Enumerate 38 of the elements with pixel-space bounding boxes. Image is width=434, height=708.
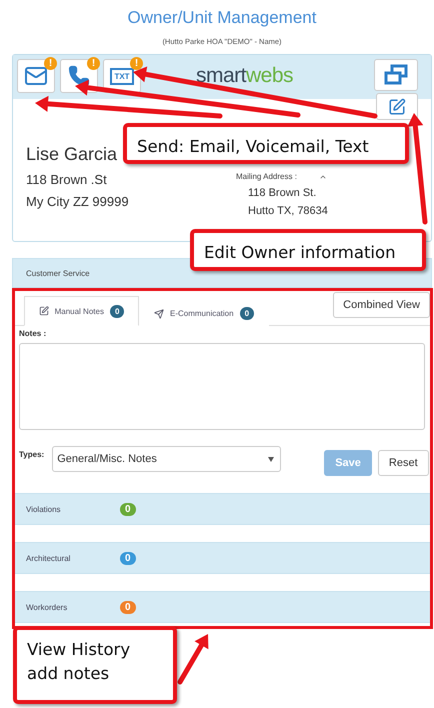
windows-icon <box>383 64 409 86</box>
page-title: Owner/Unit Management <box>126 8 318 28</box>
section-title: Customer Service <box>26 268 90 278</box>
types-select[interactable]: General/Misc. Notes <box>52 446 282 472</box>
send-icon <box>154 308 164 318</box>
callout: Edit Owner information <box>190 229 426 271</box>
mailing-line: 118 Brown St. <box>248 187 318 199</box>
arrow <box>178 634 208 684</box>
combined-view-button[interactable]: Combined View <box>333 292 430 318</box>
count-badge: 0 <box>120 600 136 614</box>
alert-badge: ! <box>44 57 57 70</box>
callout: Send: Email, Voicemail, Text <box>123 123 409 164</box>
edit-icon <box>388 98 406 116</box>
txt-icon: TXT <box>110 68 134 84</box>
callout: View History add notes <box>13 626 177 704</box>
owner-name: Lise Garcia <box>26 144 118 165</box>
alert-badge: ! <box>87 57 100 70</box>
address-line: My City ZZ 99999 <box>26 195 130 209</box>
logo: smartwebs <box>196 65 294 86</box>
dropdown-caret-icon <box>268 456 274 462</box>
reset-button[interactable]: Reset <box>378 450 429 476</box>
types-label: Types: <box>19 450 44 459</box>
history-row[interactable]: Workorders 0 <box>12 591 432 623</box>
mailing-line: Hutto TX, 78634 <box>248 205 328 217</box>
address-line: 118 Brown .St <box>26 173 108 187</box>
mailing-label: Mailing Address : <box>236 172 297 181</box>
edit-button[interactable] <box>376 93 418 120</box>
alert-badge: ! <box>130 57 143 70</box>
count-badge: 0 <box>120 552 136 564</box>
notes-label: Notes : <box>19 329 48 338</box>
windows-button[interactable] <box>374 59 418 91</box>
count-badge: 0 <box>120 502 136 516</box>
history-row[interactable]: Architectural 0 <box>12 542 432 574</box>
envelope-icon <box>24 64 48 88</box>
tab[interactable]: Manual Notes 0 <box>24 296 139 326</box>
history-row[interactable]: Violations 0 <box>12 493 432 525</box>
pen-icon <box>38 306 49 316</box>
notes-field[interactable] <box>19 343 425 430</box>
